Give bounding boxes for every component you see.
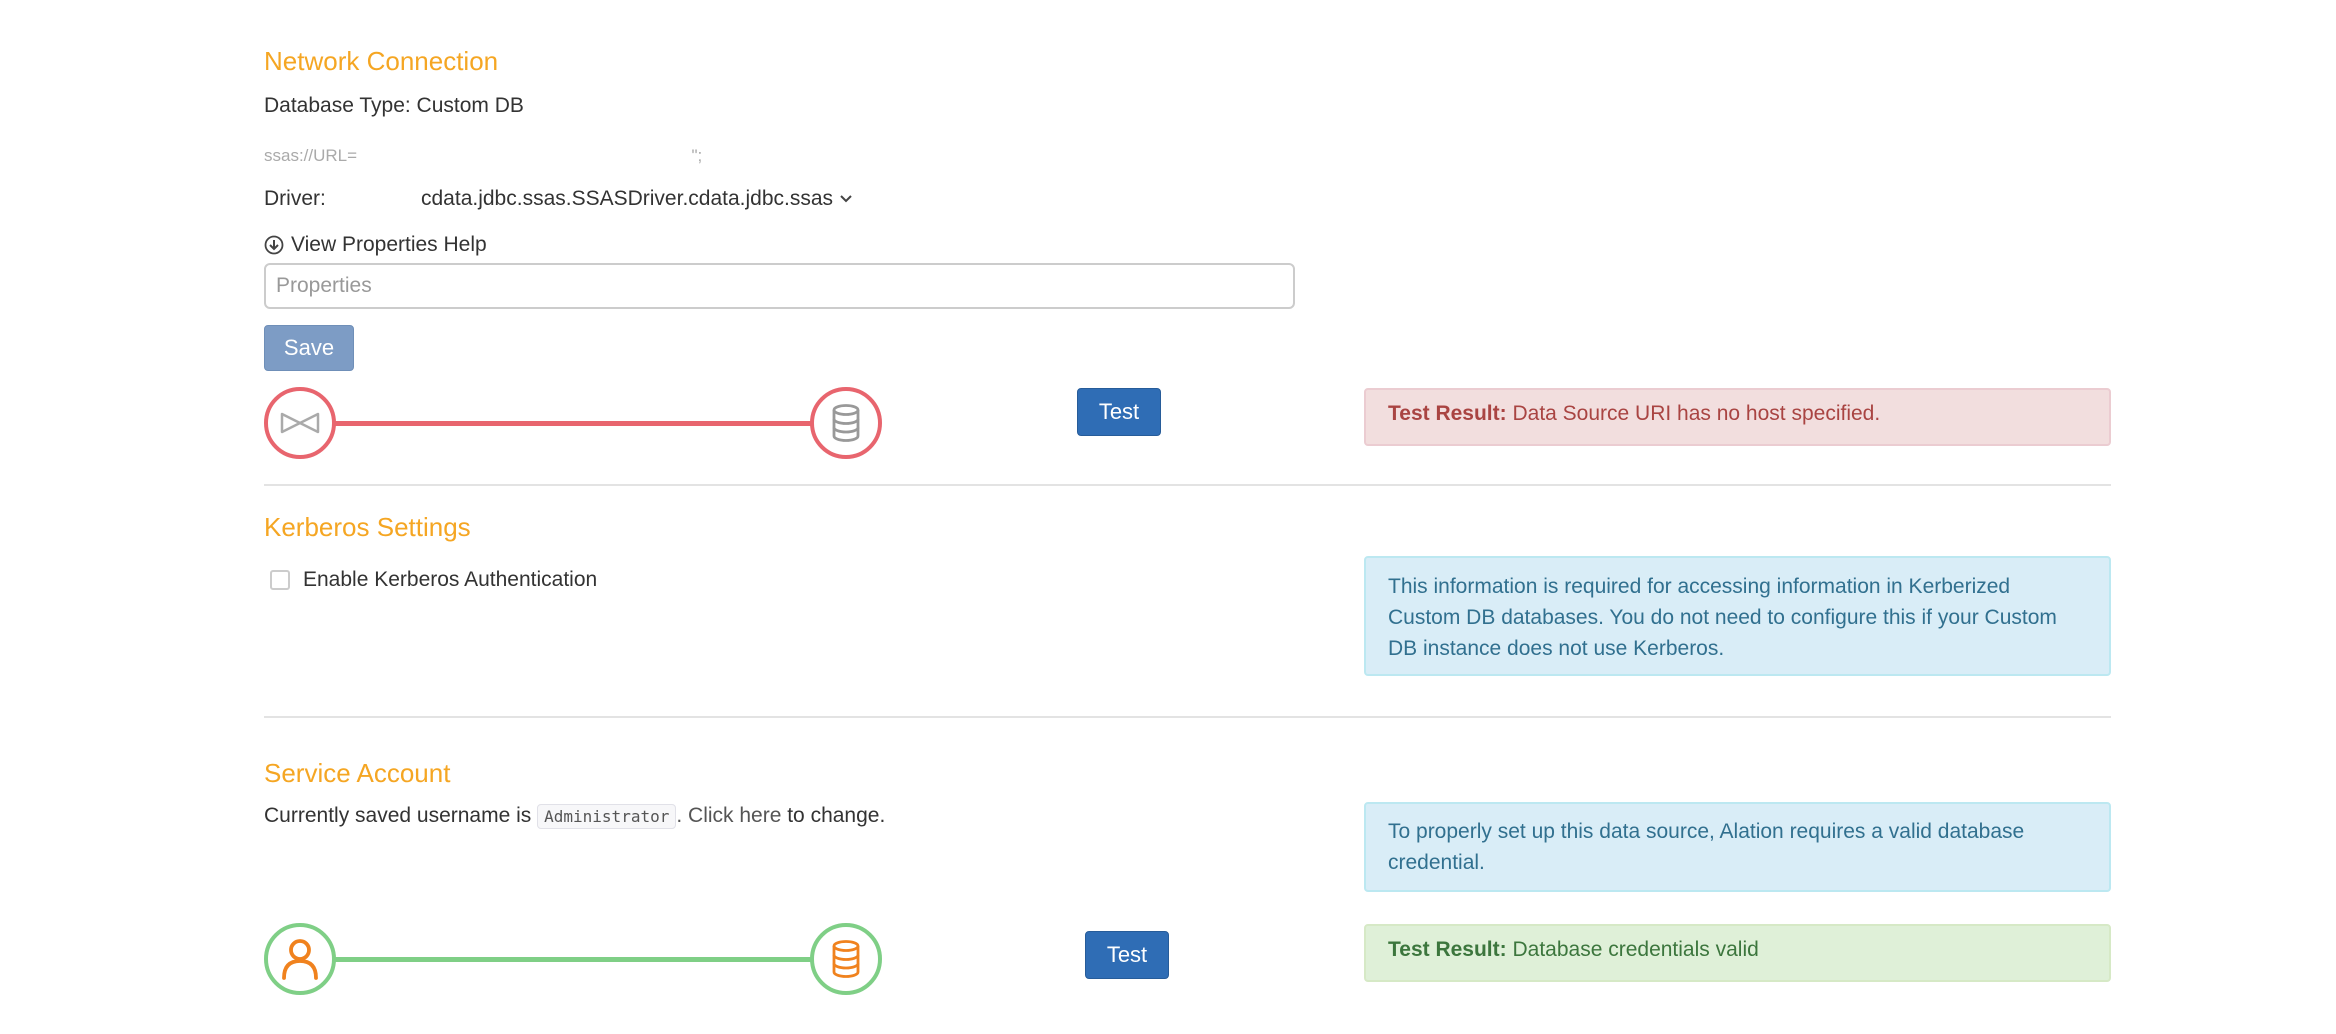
database-node	[810, 923, 882, 995]
user-node	[264, 923, 336, 995]
uri-suffix: ";	[691, 146, 703, 165]
to-change-text: to change.	[781, 804, 886, 827]
test-result-label: Test Result:	[1388, 938, 1507, 961]
driver-value: cdata.jdbc.ssas.SSASDriver.cdata.jdbc.ss…	[421, 187, 834, 210]
uri-prefix: ssas://URL=	[264, 146, 358, 165]
view-properties-help-label: View Properties Help	[291, 233, 487, 256]
service-account-info-alert: To properly set up this data source, Ala…	[1364, 802, 2111, 892]
user-icon	[282, 939, 318, 980]
network-connection-title: Network Connection	[264, 46, 499, 76]
test-connection-button[interactable]: Test	[1077, 388, 1161, 436]
test-credentials-button[interactable]: Test	[1085, 931, 1169, 979]
saved-username-prefix: Currently saved username is	[264, 804, 532, 827]
database-icon	[832, 940, 860, 978]
test-result-text: Database credentials valid	[1512, 938, 1759, 961]
saved-username-line: Currently saved username is Administrato…	[264, 804, 886, 829]
section-divider	[264, 484, 2111, 486]
chevron-down-icon	[840, 195, 852, 203]
properties-input[interactable]	[264, 263, 1295, 309]
database-type-label: Database Type: Custom DB	[264, 94, 524, 117]
view-properties-help-link[interactable]: View Properties Help	[264, 233, 487, 257]
saved-username-value: Administrator	[537, 804, 677, 829]
connection-line	[300, 421, 846, 426]
enable-kerberos-label: Enable Kerberos Authentication	[303, 568, 598, 591]
connection-line	[300, 957, 846, 962]
service-account-title: Service Account	[264, 758, 451, 788]
database-icon	[832, 404, 860, 442]
click-here-link[interactable]: . Click here	[676, 804, 781, 827]
network-test-result-alert: Test Result: Data Source URI has no host…	[1364, 388, 2111, 446]
enable-kerberos-option[interactable]: Enable Kerberos Authentication	[270, 568, 597, 592]
test-result-label: Test Result:	[1388, 402, 1507, 425]
uri-field[interactable]: ssas://URL= ";	[264, 146, 702, 166]
enable-kerberos-checkbox[interactable]	[270, 570, 290, 590]
section-divider	[264, 716, 2111, 718]
kerberos-settings-title: Kerberos Settings	[264, 512, 471, 542]
save-button[interactable]: Save	[264, 325, 354, 371]
kerberos-info-alert: This information is required for accessi…	[1364, 556, 2111, 676]
driver-select[interactable]: cdata.jdbc.ssas.SSASDriver.cdata.jdbc.ss…	[421, 187, 853, 211]
connector-node	[264, 387, 336, 459]
database-node	[810, 387, 882, 459]
bowtie-connector-icon	[280, 412, 320, 434]
credentials-test-result-alert: Test Result: Database credentials valid	[1364, 924, 2111, 982]
driver-label: Driver:	[264, 187, 326, 210]
circle-arrow-down-icon	[264, 235, 284, 255]
test-result-text: Data Source URI has no host specified.	[1512, 402, 1881, 425]
